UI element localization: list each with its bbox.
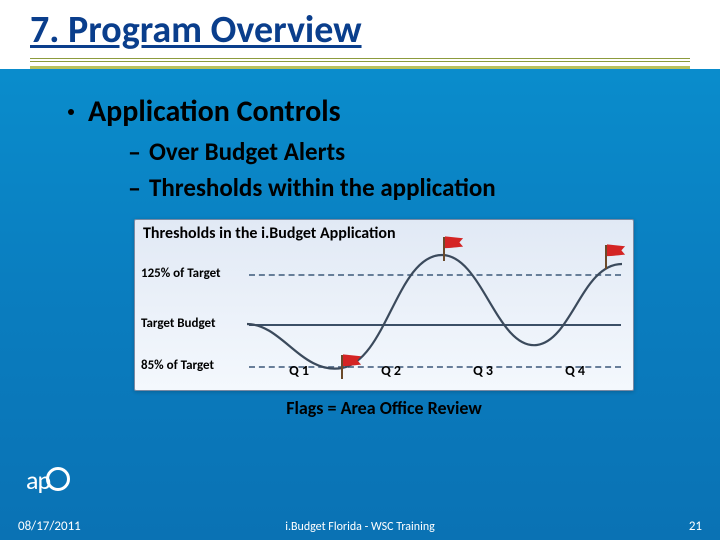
flag-pole-icon [605, 245, 607, 269]
y-label-lower: 85% of Target [141, 358, 214, 373]
footer-page: 21 [689, 519, 702, 534]
header-block: 7. Program Overview [0, 0, 720, 69]
y-label-target: Target Budget [141, 316, 216, 331]
bullet-level-2: – Over Budget Alerts [128, 136, 672, 170]
bullet-level-1: Application Controls [68, 93, 672, 130]
bullet-l2a-text: Over Budget Alerts [149, 136, 345, 169]
trend-curve [247, 250, 627, 380]
x-axis-labels: Q 1 Q 2 Q 3 Q 4 [253, 362, 621, 379]
bullet-dot-icon [68, 109, 74, 115]
footer-center: i.Budget Florida - WSC Training [0, 520, 720, 534]
title-rule [30, 58, 690, 69]
flag-cloth-icon [445, 236, 463, 248]
x-label-q1: Q 1 [253, 362, 345, 379]
threshold-chart: Thresholds in the i.Budget Application 1… [134, 219, 634, 391]
bullet-l1-text: Application Controls [88, 93, 341, 130]
bullet-l2b-text: Thresholds within the application [149, 172, 496, 205]
slide-title: 7. Program Overview [30, 10, 690, 52]
y-label-upper: 125% of Target [141, 266, 221, 281]
bullet-dash-icon: – [128, 172, 141, 206]
chart-title: Thresholds in the i.Budget Application [143, 224, 396, 243]
bullet-level-2: – Thresholds within the application [128, 172, 672, 206]
flag-cloth-icon [607, 244, 625, 256]
x-label-q4: Q 4 [529, 362, 621, 379]
apd-logo: ap [26, 464, 70, 496]
footer-date: 08/17/2011 [18, 519, 81, 534]
logo-ring-icon [46, 467, 70, 491]
body-area: Application Controls – Over Budget Alert… [0, 69, 720, 420]
flag-icon [443, 234, 465, 260]
chart-container: Thresholds in the i.Budget Application 1… [134, 219, 634, 419]
x-label-q3: Q 3 [437, 362, 529, 379]
bullet-dash-icon: – [128, 136, 141, 170]
footer: 08/17/2011 i.Budget Florida - WSC Traini… [0, 519, 720, 534]
flag-pole-icon [443, 237, 445, 261]
slide: 7. Program Overview Application Controls… [0, 0, 720, 540]
x-label-q2: Q 2 [345, 362, 437, 379]
flag-icon [605, 242, 627, 268]
flags-caption: Flags = Area Office Review [134, 397, 634, 419]
